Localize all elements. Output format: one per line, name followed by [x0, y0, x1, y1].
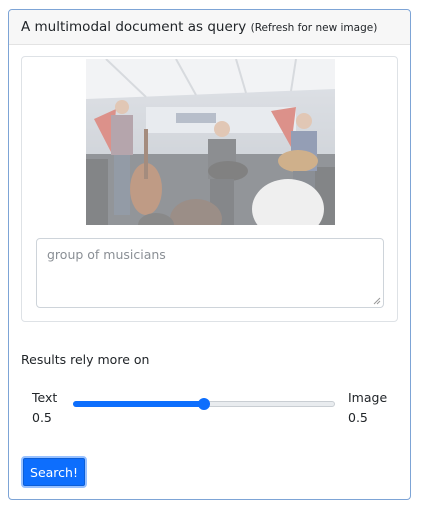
image-weight-label: Image	[348, 390, 388, 405]
weight-slider[interactable]	[73, 398, 335, 410]
weight-label: Results rely more on	[21, 352, 150, 367]
query-text-input[interactable]: group of musicians	[36, 238, 384, 308]
query-text-value: group of musicians	[47, 247, 166, 262]
weight-slider-row: Text 0.5 Image 0.5	[21, 388, 401, 428]
query-image	[86, 59, 335, 225]
slider-thumb[interactable]	[198, 398, 210, 410]
search-button[interactable]: Search!	[21, 456, 87, 488]
image-weight-value: 0.5	[348, 410, 368, 425]
text-weight-value: 0.5	[32, 410, 52, 425]
card-header: A multimodal document as query (Refresh …	[9, 10, 410, 45]
query-document: group of musicians	[21, 56, 398, 322]
query-card: A multimodal document as query (Refresh …	[8, 9, 411, 500]
text-weight-label: Text	[32, 390, 58, 405]
text-weight: Text 0.5	[32, 388, 57, 428]
resize-handle-icon[interactable]	[373, 297, 381, 305]
refresh-hint: (Refresh for new image)	[250, 22, 378, 34]
image-weight: Image 0.5	[348, 388, 387, 428]
slider-fill	[73, 401, 203, 407]
card-title: A multimodal document as query	[21, 19, 247, 35]
